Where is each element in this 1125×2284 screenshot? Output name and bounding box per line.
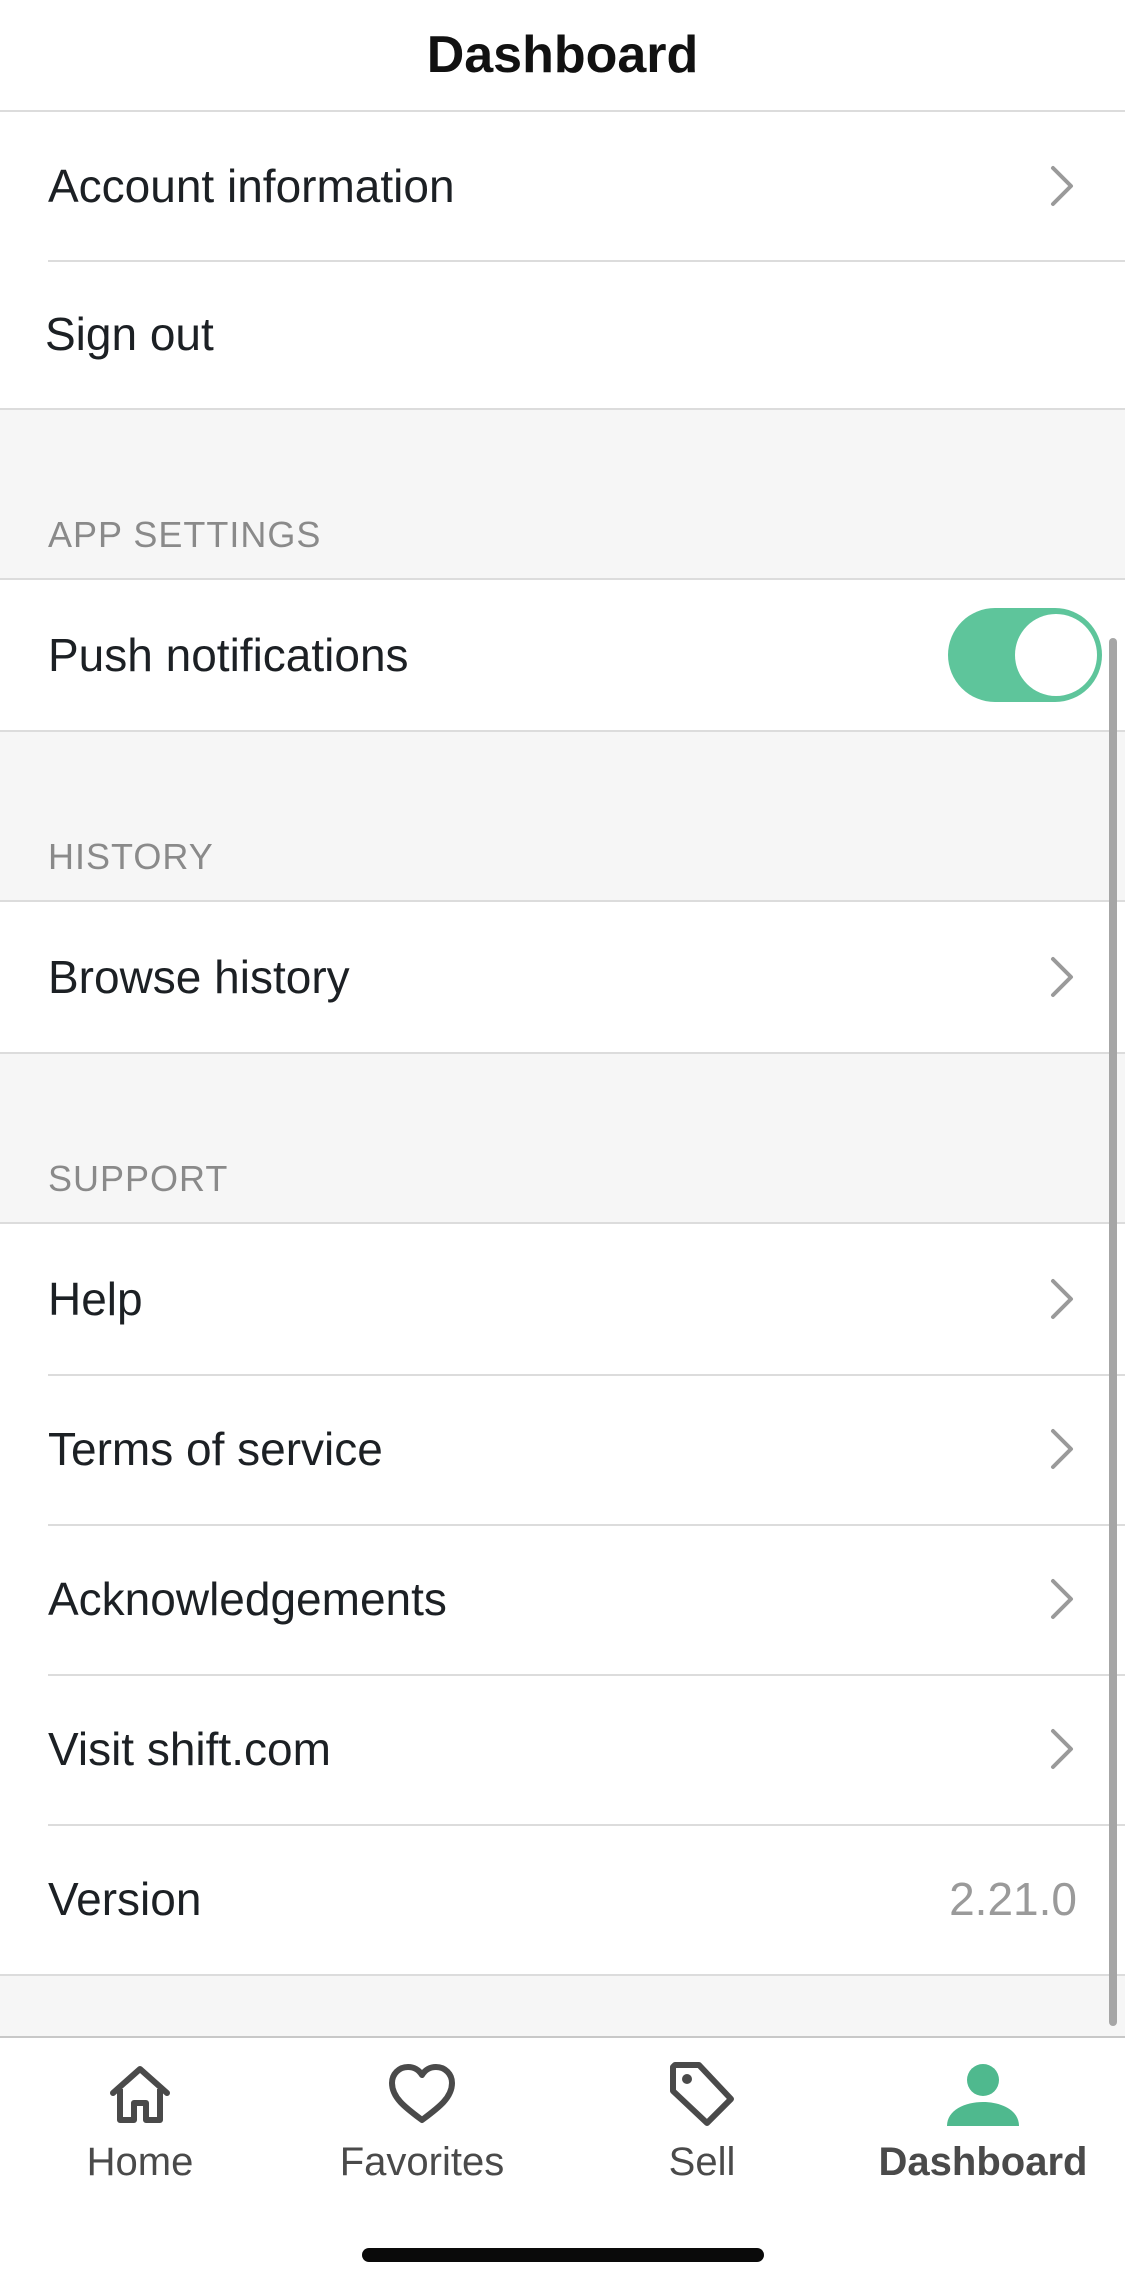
visit-website-row[interactable]: Visit shift.com bbox=[0, 1674, 1125, 1824]
row-label: Terms of service bbox=[48, 1423, 383, 1475]
person-icon bbox=[945, 2054, 1021, 2134]
tag-icon bbox=[667, 2054, 737, 2134]
row-label: Sign out bbox=[45, 308, 214, 360]
push-notifications-row: Push notifications bbox=[0, 580, 1125, 730]
account-information-row[interactable]: Account information bbox=[0, 112, 1125, 260]
chevron-right-icon bbox=[1047, 1277, 1077, 1321]
row-label: Version bbox=[48, 1873, 202, 1925]
push-notifications-toggle[interactable] bbox=[948, 608, 1102, 702]
row-label: Acknowledgements bbox=[48, 1573, 447, 1625]
row-label: Push notifications bbox=[48, 629, 409, 681]
tab-label: Home bbox=[86, 2140, 194, 2184]
section-header-support: SUPPORT bbox=[48, 1158, 229, 1199]
chevron-right-icon bbox=[1047, 1727, 1077, 1771]
settings-list: Account information Sign out APP SETTING… bbox=[0, 112, 1125, 1976]
support-group: Help Terms of service Acknowledgements V… bbox=[0, 1222, 1125, 1976]
tab-bar: Home Favorites Sell Dashboard bbox=[0, 2036, 1125, 2284]
chevron-right-icon bbox=[1047, 164, 1077, 208]
chevron-right-icon bbox=[1047, 955, 1077, 999]
acknowledgements-row[interactable]: Acknowledgements bbox=[0, 1524, 1125, 1674]
row-label: Browse history bbox=[48, 951, 350, 1003]
version-value: 2.21.0 bbox=[949, 1873, 1077, 1925]
app-settings-group: Push notifications bbox=[0, 578, 1125, 732]
row-label: Help bbox=[48, 1273, 143, 1325]
version-row: Version 2.21.0 bbox=[0, 1824, 1125, 1974]
browse-history-row[interactable]: Browse history bbox=[0, 902, 1125, 1052]
home-indicator[interactable] bbox=[362, 2248, 764, 2262]
account-group: Account information Sign out bbox=[0, 112, 1125, 410]
toggle-knob bbox=[1015, 614, 1097, 696]
terms-of-service-row[interactable]: Terms of service bbox=[0, 1374, 1125, 1524]
tab-label: Favorites bbox=[339, 2140, 505, 2184]
scrollbar[interactable] bbox=[1109, 638, 1117, 2026]
page-title: Dashboard bbox=[426, 26, 699, 84]
tab-sell[interactable]: Sell bbox=[562, 2054, 842, 2204]
tab-favorites[interactable]: Favorites bbox=[282, 2054, 562, 2204]
section-header-app-settings: APP SETTINGS bbox=[48, 514, 322, 555]
sign-out-row[interactable]: Sign out bbox=[0, 260, 1125, 408]
tab-label: Dashboard bbox=[878, 2140, 1088, 2184]
tab-dashboard[interactable]: Dashboard bbox=[843, 2054, 1123, 2204]
nav-header: Dashboard bbox=[0, 0, 1125, 112]
chevron-right-icon bbox=[1047, 1427, 1077, 1471]
tab-home[interactable]: Home bbox=[0, 2054, 280, 2204]
help-row[interactable]: Help bbox=[0, 1224, 1125, 1374]
section-header-history: HISTORY bbox=[48, 836, 214, 877]
heart-icon bbox=[386, 2054, 458, 2134]
history-group: Browse history bbox=[0, 900, 1125, 1054]
tab-label: Sell bbox=[668, 2140, 736, 2184]
row-label: Visit shift.com bbox=[48, 1723, 331, 1775]
row-label: Account information bbox=[48, 160, 455, 212]
chevron-right-icon bbox=[1047, 1577, 1077, 1621]
home-icon bbox=[107, 2054, 173, 2134]
